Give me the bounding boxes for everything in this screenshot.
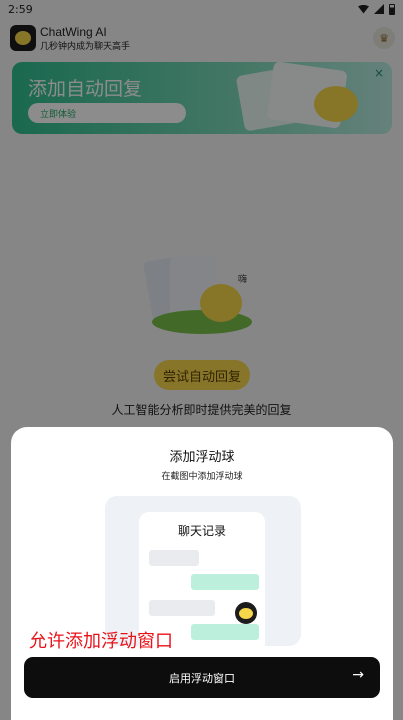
chat-history-title: 聊天记录 [177, 524, 226, 538]
chat-bubble-incoming [149, 550, 199, 566]
sheet-title: 添加浮动球 [169, 450, 235, 465]
arrow-right-icon: → [352, 667, 364, 683]
bird-icon [239, 607, 253, 619]
chat-bubble-outgoing [191, 574, 259, 590]
phone-mockup: 聊天记录 [139, 512, 265, 646]
floating-ball-illustration: 聊天记录 [105, 496, 301, 646]
enable-button-label: 启用浮动窗口 [169, 672, 235, 685]
annotation-text: 允许添加浮动窗口 [29, 631, 173, 652]
floating-ball-icon [235, 602, 257, 624]
chat-bubble-incoming [149, 600, 215, 616]
sheet-subtitle: 在截图中添加浮动球 [161, 472, 243, 482]
enable-floating-window-button[interactable]: 启用浮动窗口 → [24, 657, 380, 698]
chat-bubble-outgoing [191, 624, 259, 640]
